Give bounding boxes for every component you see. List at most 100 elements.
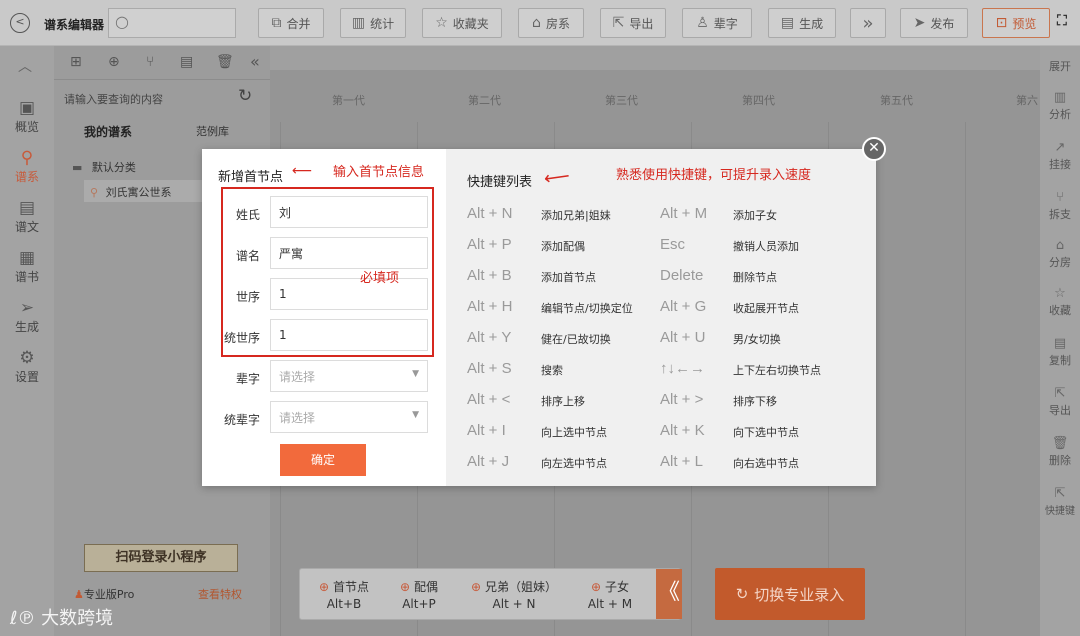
lineage-node-icon: ⚲ bbox=[90, 186, 99, 199]
doc-icon: ▤ bbox=[18, 198, 36, 218]
shortcut-description: 向上选中节点 bbox=[541, 426, 607, 439]
switch-pro-entry-button[interactable]: ↻ 切换专业录入 bbox=[715, 568, 865, 620]
add-file-icon[interactable]: ⊕ bbox=[108, 54, 120, 70]
node-form-panel: 新增首节点 ⟵ 输入首节点信息 姓氏 刘 谱名 严寓 世序 1 必填项 统世序 … bbox=[202, 149, 446, 486]
shortcut-description: 搜索 bbox=[541, 364, 563, 377]
shortcut-title: 快捷键列表 bbox=[467, 175, 533, 190]
more-button[interactable]: » bbox=[850, 8, 886, 38]
surname-label: 姓氏 bbox=[235, 208, 260, 222]
branch-button[interactable]: ⌂ 房系 bbox=[518, 8, 584, 38]
trash-icon[interactable]: 🗑 bbox=[216, 54, 234, 70]
rn-analyze[interactable]: ▥ 分析 bbox=[1040, 90, 1080, 122]
rn-expand[interactable]: 展开 bbox=[1040, 58, 1080, 74]
nav-book[interactable]: ▦ 谱书 bbox=[0, 248, 54, 285]
rn-branch[interactable]: ⌂ 分房 bbox=[1040, 238, 1080, 270]
add-spouse-button[interactable]: ⊕ 配偶 Alt+P bbox=[390, 579, 448, 613]
fullscreen-icon[interactable]: ⛶ bbox=[1057, 13, 1067, 29]
collapse-left-icon[interactable]: « bbox=[250, 52, 260, 71]
nav-generate[interactable]: ➢ 生成 bbox=[0, 298, 54, 335]
preview-button[interactable]: ⊡ 预览 bbox=[982, 8, 1050, 38]
plus-circle-icon: ⊕ bbox=[591, 580, 602, 594]
search-box[interactable]: ○ bbox=[108, 8, 236, 38]
surname-field[interactable]: 刘 bbox=[270, 196, 428, 228]
watermark: ℓ℗ 大数跨境 bbox=[10, 608, 114, 629]
generate-button[interactable]: ▤ 生成 bbox=[768, 8, 836, 38]
add-folder-icon[interactable]: ⊞ bbox=[70, 54, 82, 70]
tree-icon: ⚲ bbox=[20, 148, 34, 168]
shortcut-description: 健在/已故切换 bbox=[541, 333, 611, 346]
generation-label: 第五代 bbox=[880, 94, 913, 107]
dropdown-arrow-icon: ▼ bbox=[412, 369, 419, 379]
favorites-button[interactable]: ☆ 收藏夹 bbox=[422, 8, 502, 38]
tab-my-lineage[interactable]: 我的谱系 bbox=[84, 123, 132, 140]
pro-version-label: ♟专业版Pro bbox=[74, 588, 135, 601]
document-icon: ▤ bbox=[780, 15, 795, 31]
branch-icon: ⑂ bbox=[1056, 190, 1064, 205]
collapse-up-icon[interactable]: ︿ bbox=[18, 56, 32, 76]
unified-generation-char-label: 统辈字 bbox=[223, 413, 260, 427]
rn-copy[interactable]: ▤ 复制 bbox=[1040, 336, 1080, 368]
rn-shortcuts[interactable]: ⇱ 快捷键 bbox=[1040, 486, 1080, 517]
generation-order-field[interactable]: 1 bbox=[270, 278, 428, 310]
unified-generation-char-select[interactable]: 请选择 ▼ bbox=[270, 401, 428, 433]
generation-label: 第二代 bbox=[468, 94, 501, 107]
canvas-header bbox=[270, 46, 1040, 70]
rn-split[interactable]: ⑂ 拆支 bbox=[1040, 190, 1080, 222]
copy-icon: ▤ bbox=[1053, 336, 1067, 351]
plus-circle-icon: ⊕ bbox=[471, 580, 482, 594]
rn-favorite[interactable]: ☆ 收藏 bbox=[1040, 286, 1080, 318]
shortcut-description: 向下选中节点 bbox=[733, 426, 799, 439]
shortcut-key: Alt + P bbox=[467, 236, 512, 253]
generation-char-button[interactable]: ♙ 辈字 bbox=[682, 8, 752, 38]
bar-chart-icon: ▥ bbox=[351, 15, 366, 31]
shortcut-key: Alt + > bbox=[660, 391, 704, 408]
unified-generation-field[interactable]: 1 bbox=[270, 319, 428, 351]
dialog-title: 新增首节点 bbox=[218, 170, 284, 185]
shortcut-key: Alt + J bbox=[467, 453, 510, 470]
add-root-node-button[interactable]: ⊕ 首节点 Alt+B bbox=[312, 579, 376, 613]
shortcut-description: 添加首节点 bbox=[541, 271, 596, 284]
nav-overview[interactable]: ▣ 概览 bbox=[0, 98, 54, 135]
circle-left-icon[interactable]: < bbox=[10, 13, 30, 33]
shortcut-description: 添加配偶 bbox=[541, 240, 585, 253]
rn-delete[interactable]: 🗑 删除 bbox=[1040, 436, 1080, 468]
add-child-button[interactable]: ⊕ 子女 Alt + M bbox=[578, 579, 642, 613]
add-root-node-dialog: 新增首节点 ⟵ 输入首节点信息 姓氏 刘 谱名 严寓 世序 1 必填项 统世序 … bbox=[202, 149, 876, 486]
nav-article[interactable]: ▤ 谱文 bbox=[0, 198, 54, 235]
shortcut-key: Alt + M bbox=[660, 205, 708, 222]
qr-login-banner[interactable]: 扫码登录小程序 bbox=[84, 544, 238, 572]
rn-attach[interactable]: ↗ 挂接 bbox=[1040, 140, 1080, 172]
tree-category[interactable]: ▬ 默认分类 bbox=[72, 159, 136, 175]
given-name-label: 谱名 bbox=[235, 249, 260, 263]
search-icon: ○ bbox=[115, 12, 129, 31]
rn-export[interactable]: ⇱ 导出 bbox=[1040, 386, 1080, 418]
column-divider bbox=[965, 122, 966, 636]
nav-lineage[interactable]: ⚲ 谱系 bbox=[0, 148, 54, 185]
generation-label: 第一代 bbox=[332, 94, 365, 107]
merge-button[interactable]: ⧉ 合并 bbox=[258, 8, 324, 38]
generation-char-select[interactable]: 请选择 ▼ bbox=[270, 360, 428, 392]
given-name-field[interactable]: 严寓 bbox=[270, 237, 428, 269]
branch-icon[interactable]: ⑂ bbox=[146, 54, 154, 70]
tree-search-placeholder[interactable]: 请输入要查询的内容 bbox=[64, 91, 163, 107]
close-icon[interactable]: ✕ bbox=[862, 137, 886, 161]
tree-toolbar: ⊞ ⊕ ⑂ ▤ 🗑 « bbox=[54, 46, 270, 80]
home-icon: ⌂ bbox=[1055, 238, 1065, 253]
link-icon: ↗ bbox=[1054, 140, 1066, 155]
left-nav: ︿ ▣ 概览 ⚲ 谱系 ▤ 谱文 ▦ 谱书 ➢ 生成 ⚙ 设置 bbox=[0, 46, 54, 636]
refresh-icon[interactable]: ↻ bbox=[238, 86, 252, 106]
publish-button[interactable]: ➤ 发布 bbox=[900, 8, 968, 38]
generation-label: 第六 bbox=[1016, 94, 1038, 107]
user-icon: ♟ bbox=[74, 588, 84, 601]
collapse-bar-button[interactable]: 《 bbox=[656, 569, 682, 619]
generation-order-label: 世序 bbox=[235, 290, 260, 304]
add-sibling-button[interactable]: ⊕ 兄弟（姐妹） Alt + N bbox=[464, 579, 564, 613]
nav-settings[interactable]: ⚙ 设置 bbox=[0, 348, 54, 385]
export-button[interactable]: ⇱ 导出 bbox=[600, 8, 666, 38]
copy-icon[interactable]: ▤ bbox=[180, 54, 193, 70]
view-privileges-link[interactable]: 查看特权 bbox=[198, 586, 242, 602]
confirm-button[interactable]: 确定 bbox=[280, 444, 366, 476]
stats-button[interactable]: ▥ 统计 bbox=[340, 8, 406, 38]
tab-examples[interactable]: 范例库 bbox=[196, 123, 229, 139]
right-nav: 展开 ▥ 分析 ↗ 挂接 ⑂ 拆支 ⌂ 分房 ☆ 收藏 ▤ 复制 ⇱ 导出 🗑 删除 ⇱ 快捷键 bbox=[1040, 46, 1080, 636]
